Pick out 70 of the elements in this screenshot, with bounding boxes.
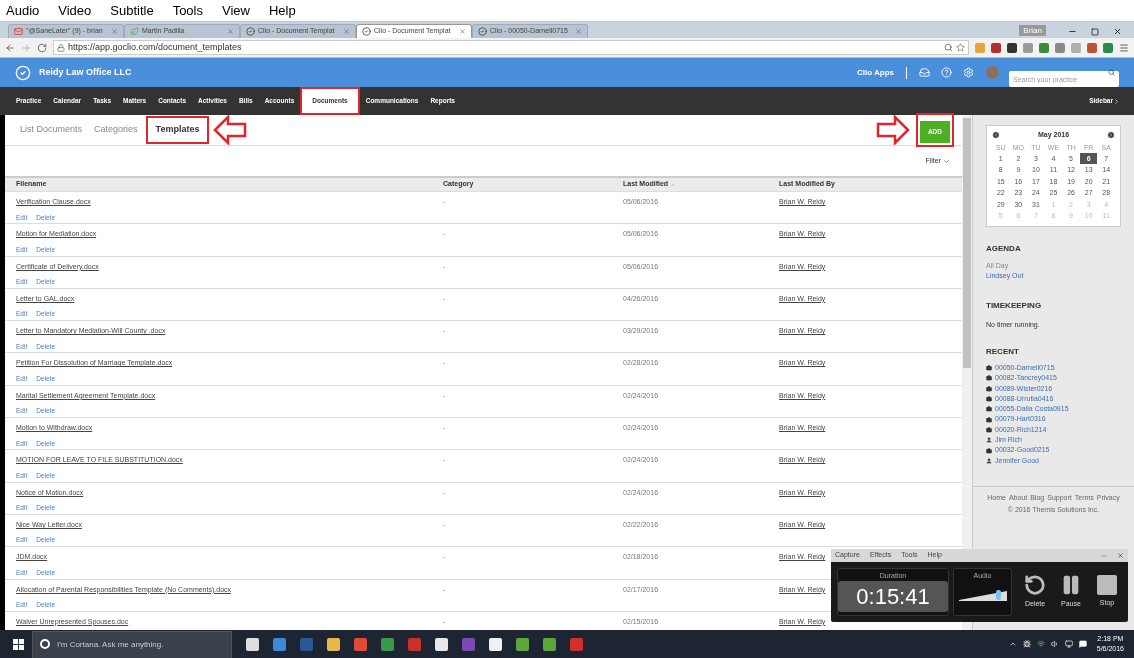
caret-icon [943, 157, 950, 165]
reload-icon[interactable] [37, 42, 47, 53]
section-heading: TIMEKEEPING [986, 299, 1043, 312]
settings-icon[interactable] [963, 67, 974, 78]
slider-thumb[interactable] [996, 590, 1002, 600]
caret-icon[interactable] [1113, 97, 1120, 105]
sort-icon [670, 181, 677, 188]
next-icon[interactable] [1107, 131, 1115, 140]
search-icon[interactable] [944, 43, 953, 52]
menu-item[interactable]: Audio [6, 0, 40, 21]
back-icon[interactable] [5, 42, 15, 53]
search-field[interactable]: I'm Cortana. Ask me anything. [32, 630, 232, 658]
inbox-icon[interactable] [919, 67, 930, 78]
notification-icon[interactable] [1078, 640, 1087, 648]
section-heading: RECENT [986, 346, 1020, 358]
annotation-arrow-icon [875, 115, 910, 145]
briefcase-icon [986, 447, 992, 454]
chevron-up-icon[interactable] [1008, 640, 1017, 648]
check-circle-icon [478, 27, 487, 36]
sub-tab[interactable]: Categories [90, 123, 142, 137]
duration-display: 0:15:41 [838, 581, 948, 612]
tray-icon[interactable] [1022, 640, 1031, 648]
section-heading: AGENDA [986, 242, 1022, 255]
menu-item[interactable]: Tools [172, 0, 203, 21]
menu-icon[interactable] [1119, 42, 1129, 53]
extension-icon[interactable] [991, 42, 1001, 53]
check-circle-icon [246, 27, 255, 36]
briefcase-icon [986, 375, 992, 382]
briefcase-icon [986, 385, 992, 392]
menu-item[interactable]: Video [58, 0, 92, 21]
close-icon[interactable] [1117, 552, 1124, 559]
network-icon[interactable] [1036, 640, 1045, 648]
firm-name: Reidy Law Office LLC [39, 65, 132, 79]
cortana-icon [40, 639, 50, 649]
person-icon [986, 457, 992, 464]
briefcase-icon [986, 426, 992, 433]
previous-icon[interactable] [992, 131, 1000, 140]
mail-icon [14, 27, 23, 36]
person-icon [986, 437, 992, 444]
app-icon[interactable] [435, 637, 448, 651]
check-circle-icon [362, 27, 371, 36]
rewind-circle-icon [1024, 574, 1046, 597]
app-icon[interactable] [489, 637, 502, 651]
windows-logo-icon[interactable] [13, 638, 24, 650]
help-icon[interactable] [941, 67, 952, 78]
close-icon[interactable] [1113, 27, 1122, 36]
maximize-icon[interactable] [1091, 27, 1099, 36]
sub-tab[interactable]: List Documents [16, 123, 87, 137]
app-icon[interactable] [246, 637, 259, 651]
briefcase-icon [986, 365, 992, 372]
menu-item[interactable]: View [222, 0, 250, 21]
lock-icon [57, 43, 65, 52]
logo-icon[interactable] [15, 64, 31, 81]
app-icon[interactable] [327, 637, 340, 651]
leaf-icon [130, 27, 139, 36]
briefcase-icon [986, 416, 992, 423]
annotation-arrow-icon [213, 115, 248, 145]
extension-icon[interactable] [1007, 42, 1017, 53]
stop-icon [1097, 575, 1117, 596]
search-icon[interactable] [1108, 68, 1115, 76]
briefcase-icon [986, 406, 992, 413]
menu-item[interactable]: Subtitle [110, 0, 154, 21]
menu-item[interactable]: Help [268, 0, 296, 21]
star-icon[interactable] [956, 43, 965, 52]
address-field[interactable]: https://app.goclio.com/document_templates [53, 40, 969, 55]
volume-slider[interactable] [958, 587, 1007, 601]
volume-icon[interactable] [1050, 640, 1059, 648]
display-icon[interactable] [1064, 640, 1073, 648]
sub-tab[interactable]: Templates [145, 116, 210, 144]
briefcase-icon [986, 396, 992, 403]
